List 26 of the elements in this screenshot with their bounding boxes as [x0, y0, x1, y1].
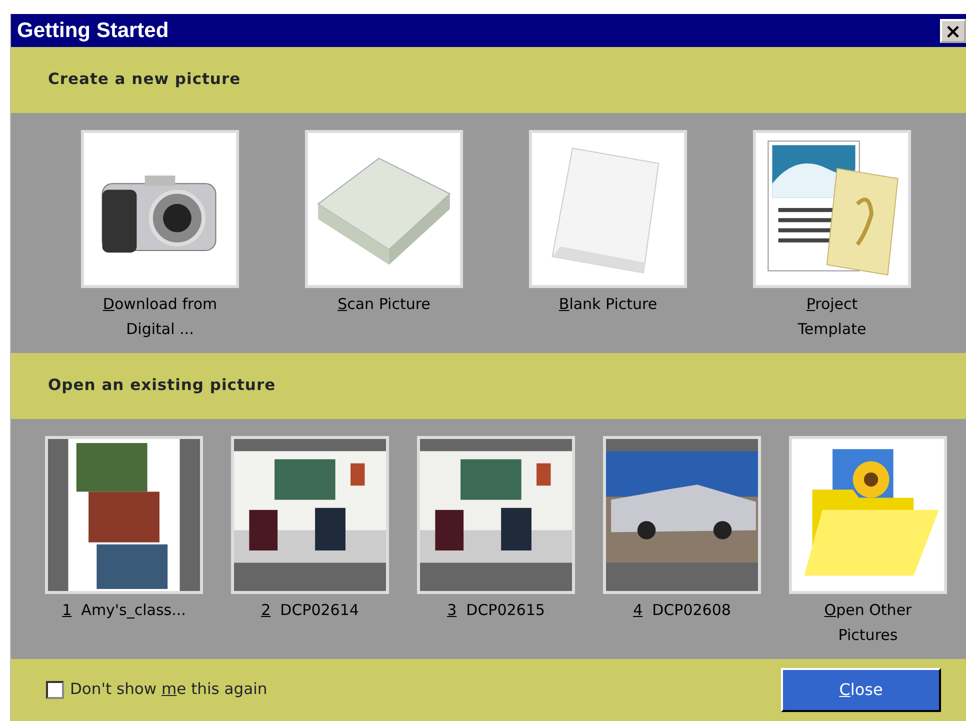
scanner-icon — [317, 158, 451, 265]
window-title: Getting Started — [17, 18, 169, 44]
section-heading: Create a new picture — [48, 69, 241, 90]
picture-tile[interactable] — [753, 130, 911, 288]
picture-tile[interactable] — [81, 130, 239, 288]
picture-tile[interactable] — [789, 436, 947, 594]
picture-tile[interactable] — [305, 130, 463, 288]
option-label[interactable]: Download from Digital ... — [98, 292, 222, 342]
calendar-icon — [768, 140, 898, 276]
close-dialog-button[interactable]: Close — [781, 668, 941, 712]
recent-file-label[interactable]: 3 DCP02615 — [434, 598, 558, 623]
section-heading: Open an existing picture — [48, 375, 276, 396]
folder-icon — [804, 449, 939, 576]
recent-file-label[interactable]: 2 DCP02614 — [248, 598, 372, 623]
option-label[interactable]: Blank Picture — [546, 292, 670, 317]
camera-icon — [102, 176, 216, 253]
close-button[interactable]: × — [940, 18, 966, 42]
picture-tile[interactable] — [529, 130, 687, 288]
recent-file-label[interactable]: 4 DCP02608 — [620, 598, 744, 623]
paper-icon — [552, 148, 660, 274]
checkbox[interactable] — [46, 681, 64, 699]
recent-file-label[interactable]: Open Other Pictures — [806, 598, 930, 648]
option-label[interactable]: Scan Picture — [322, 292, 446, 317]
recent-file-label[interactable]: 1 Amy's_class... — [62, 598, 186, 623]
dont-show-checkbox-label[interactable]: Don't show me this again — [46, 678, 268, 702]
option-label[interactable]: Project Template — [770, 292, 894, 342]
